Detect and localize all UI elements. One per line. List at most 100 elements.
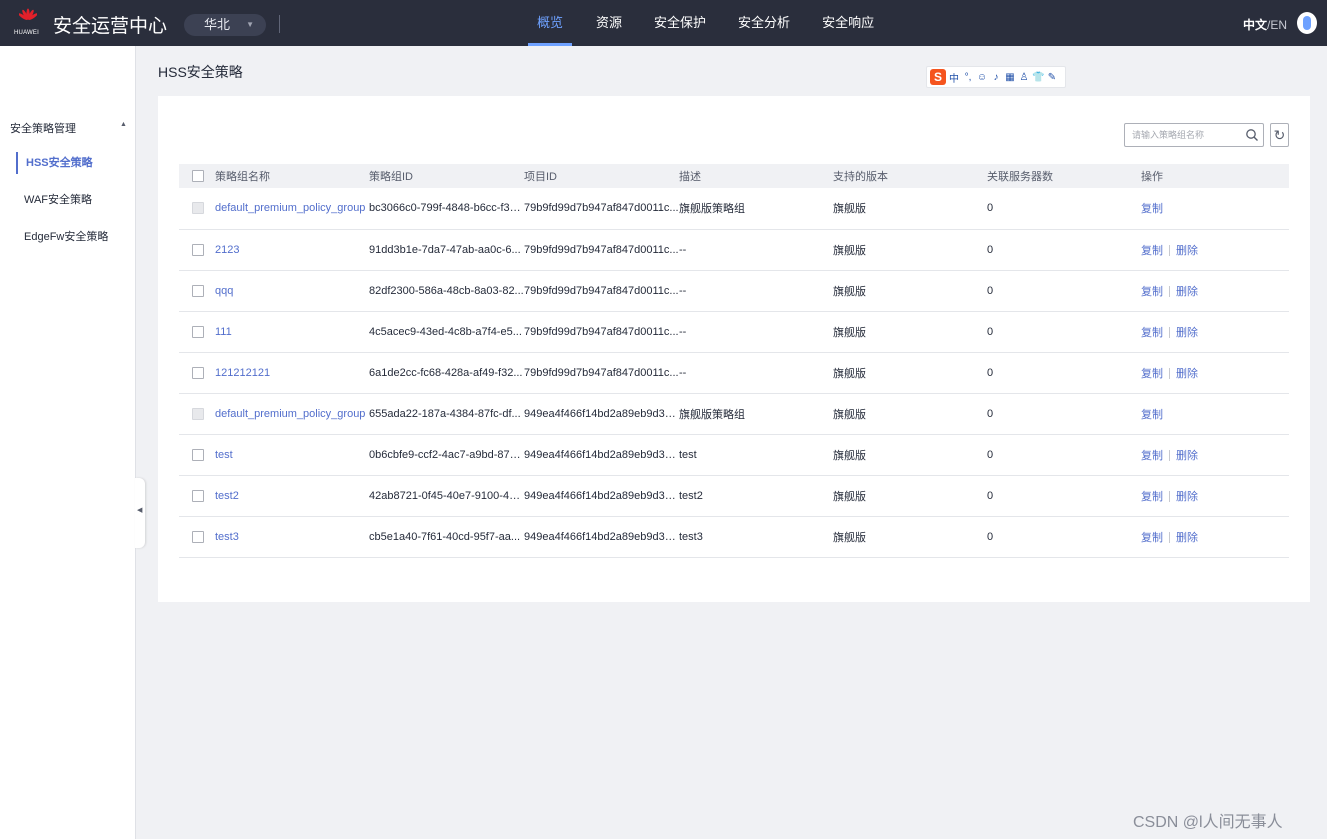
server-count-cell: 0	[987, 202, 994, 215]
copy-button[interactable]: 复制	[1141, 491, 1163, 503]
lang-current[interactable]: 中文	[1243, 18, 1267, 32]
lang-other[interactable]: EN	[1270, 18, 1287, 32]
ime-tool-icon[interactable]: ♪	[990, 72, 1002, 83]
description-cell: test	[679, 448, 697, 461]
ime-tool-icon[interactable]: °,	[962, 72, 974, 83]
table-row: test2 42ab8721-0f45-40e7-9100-4b... 949ea4…	[179, 475, 1289, 516]
ime-tool-icon[interactable]: 中	[948, 70, 960, 85]
delete-button[interactable]: 删除	[1176, 327, 1198, 339]
row-checkbox	[192, 202, 204, 215]
policy-id-cell: 0b6cbfe9-ccf2-4ac7-a9bd-879...	[369, 448, 524, 461]
delete-button[interactable]: 删除	[1176, 368, 1198, 380]
language-switch[interactable]: 中文/EN	[1243, 16, 1287, 33]
policy-name-link[interactable]: test	[215, 434, 369, 475]
select-all-cell	[179, 164, 215, 188]
table-row: test 0b6cbfe9-ccf2-4ac7-a9bd-879... 949ea4…	[179, 434, 1289, 475]
nav-item[interactable]: 安全分析	[730, 0, 798, 46]
delete-button[interactable]: 删除	[1176, 245, 1198, 257]
caret-up-icon[interactable]: ▲	[120, 121, 127, 128]
sidebar-group-policy-management[interactable]: 安全策略管理	[10, 120, 76, 136]
divider	[1169, 491, 1170, 503]
policy-id-cell: bc3066c0-799f-4848-b6cc-f38...	[369, 202, 524, 215]
row-checkbox[interactable]	[192, 325, 204, 338]
policy-name-link[interactable]: 121212121	[215, 352, 369, 393]
divider	[1169, 450, 1170, 462]
chevron-left-icon: ◀	[137, 507, 143, 514]
row-checkbox[interactable]	[192, 530, 204, 543]
table-row: default_premium_policy_group bc3066c0-799…	[179, 188, 1289, 229]
policy-id-cell: 655ada22-187a-4384-87fc-df...	[369, 407, 521, 420]
row-checkbox[interactable]	[192, 489, 204, 502]
project-id-cell: 79b9fd99d7b947af847d0011c...	[524, 366, 679, 379]
sidebar-collapse-button[interactable]: ◀	[135, 478, 145, 548]
copy-button[interactable]: 复制	[1141, 203, 1163, 215]
policy-id-cell: 82df2300-586a-48cb-8a03-82...	[369, 284, 524, 297]
divider	[279, 15, 280, 33]
select-all-checkbox[interactable]	[192, 170, 204, 183]
project-id-cell: 949ea4f466f14bd2a89eb9d3c...	[524, 530, 679, 543]
sogou-logo-icon[interactable]: S	[930, 69, 946, 85]
ime-tool-icon[interactable]: ▦	[1004, 72, 1016, 83]
ime-tool-icon[interactable]: ♙	[1018, 72, 1030, 83]
table-row: default_premium_policy_group 655ada22-187…	[179, 393, 1289, 434]
delete-button[interactable]: 删除	[1176, 532, 1198, 544]
column-header: 项目ID	[524, 171, 557, 183]
policy-name-link[interactable]: test3	[215, 516, 369, 557]
policy-name-link[interactable]: default_premium_policy_group	[215, 188, 369, 229]
refresh-button[interactable]: ↻	[1270, 123, 1289, 147]
description-cell: 旗舰版策略组	[679, 203, 745, 216]
server-count-cell: 0	[987, 366, 994, 379]
policy-name-link[interactable]: default_premium_policy_group	[215, 393, 369, 434]
copy-button[interactable]: 复制	[1141, 286, 1163, 298]
delete-button[interactable]: 删除	[1176, 491, 1198, 503]
ime-toolbar[interactable]: S 中 °, ☺ ♪ ▦ ♙ 👕 ✎	[926, 66, 1066, 88]
policy-name-link[interactable]: qqq	[215, 270, 369, 311]
server-count-cell: 0	[987, 530, 994, 543]
sidebar-item[interactable]: WAF安全策略	[16, 189, 126, 211]
ime-tool-icon[interactable]: ☺	[976, 72, 988, 83]
project-id-cell: 79b9fd99d7b947af847d0011c...	[524, 284, 679, 297]
policy-name-link[interactable]: 2123	[215, 229, 369, 270]
row-checkbox[interactable]	[192, 284, 204, 297]
policy-name-link[interactable]: 111	[215, 311, 369, 352]
ime-tool-icon[interactable]: ✎	[1046, 72, 1058, 83]
policy-id-cell: 6a1de2cc-fc68-428a-af49-f32...	[369, 366, 523, 379]
version-cell: 旗舰版	[833, 449, 866, 462]
delete-button[interactable]: 删除	[1176, 286, 1198, 298]
search-input[interactable]	[1125, 124, 1240, 146]
version-cell: 旗舰版	[833, 285, 866, 298]
sidebar-item[interactable]: HSS安全策略	[16, 152, 126, 174]
copy-button[interactable]: 复制	[1141, 450, 1163, 462]
row-checkbox[interactable]	[192, 243, 204, 256]
copy-button[interactable]: 复制	[1141, 532, 1163, 544]
ime-tool-icon[interactable]: 👕	[1032, 72, 1044, 83]
row-select-cell	[179, 311, 215, 352]
search-box[interactable]	[1124, 123, 1264, 147]
copy-button[interactable]: 复制	[1141, 368, 1163, 380]
copy-button[interactable]: 复制	[1141, 245, 1163, 257]
row-checkbox[interactable]	[192, 366, 204, 379]
nav-item[interactable]: 安全响应	[814, 0, 882, 46]
row-select-cell	[179, 393, 215, 434]
policy-name-link[interactable]: test2	[215, 475, 369, 516]
copy-button[interactable]: 复制	[1141, 409, 1163, 421]
description-cell: 旗舰版策略组	[679, 408, 745, 421]
nav-item[interactable]: 资源	[588, 0, 630, 46]
huawei-logo[interactable]: HUAWEI	[12, 8, 44, 38]
server-count-cell: 0	[987, 489, 994, 502]
sidebar-item[interactable]: EdgeFw安全策略	[16, 226, 126, 248]
nav-item[interactable]: 安全保护	[646, 0, 714, 46]
user-avatar-icon[interactable]	[1297, 12, 1317, 34]
server-count-cell: 0	[987, 407, 994, 420]
operations-cell: 复制 删除	[1141, 311, 1289, 352]
divider	[1169, 245, 1170, 257]
copy-button[interactable]: 复制	[1141, 327, 1163, 339]
server-count-cell: 0	[987, 325, 994, 338]
row-checkbox[interactable]	[192, 448, 204, 461]
policy-panel: ↻ 策略组名称 策略组ID 项目ID 描述 支持的版本 关联服务器数 操作 default_…	[158, 96, 1310, 602]
nav-item[interactable]: 概览	[528, 0, 573, 46]
region-selector[interactable]: 华北 ▼	[184, 14, 266, 36]
refresh-icon: ↻	[1273, 127, 1286, 143]
search-icon[interactable]	[1245, 128, 1259, 142]
delete-button[interactable]: 删除	[1176, 450, 1198, 462]
